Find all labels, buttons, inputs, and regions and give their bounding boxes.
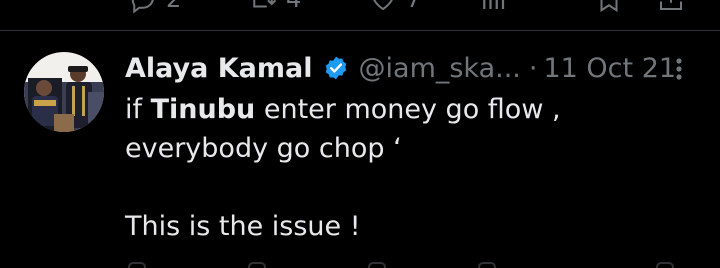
- tweet-divider: [0, 30, 720, 31]
- like-action[interactable]: 7: [368, 0, 421, 14]
- views-action[interactable]: [478, 0, 508, 14]
- tweet-header: Alaya Kamal @iam_ska... · 11 Oct 21: [125, 50, 676, 86]
- retweet-count: 4: [286, 0, 301, 13]
- next-share-icon: [656, 262, 674, 268]
- retweet-icon: [253, 0, 277, 8]
- next-reply-icon: [128, 262, 146, 268]
- avatar-image: [24, 52, 104, 132]
- next-views-icon: [478, 262, 496, 268]
- share-action[interactable]: [656, 0, 686, 14]
- previous-tweet-action-bar: 2 4 7: [0, 0, 720, 30]
- like-icon: [373, 0, 393, 11]
- tweet-line-4: This is the issue !: [125, 211, 361, 242]
- tweet-line-2: everybody go chop ‘: [125, 133, 402, 164]
- like-count: 7: [406, 0, 421, 13]
- next-like-icon: [368, 262, 386, 268]
- tweet-line-1-bold: Tinubu: [150, 94, 256, 125]
- header-separator: ·: [528, 52, 538, 84]
- reply-icon: [131, 0, 154, 14]
- tweet-timestamp[interactable]: 11 Oct 21: [543, 53, 676, 84]
- verified-badge-icon: [325, 56, 346, 80]
- views-icon: [483, 0, 505, 9]
- avatar[interactable]: [24, 52, 104, 132]
- tweet-line-1: if Tinubu enter money go flow ,: [125, 90, 665, 129]
- tweet-line-1-post: enter money go flow ,: [255, 94, 561, 125]
- next-retweet-icon: [248, 262, 266, 268]
- author-handle[interactable]: @iam_ska...: [359, 53, 521, 84]
- next-action-bar-peek: [0, 262, 720, 268]
- bookmark-action[interactable]: [594, 0, 624, 14]
- more-icon[interactable]: [665, 54, 693, 84]
- reply-count: 2: [166, 0, 181, 13]
- retweet-action[interactable]: 4: [248, 0, 301, 14]
- share-icon: [660, 0, 682, 10]
- author-name[interactable]: Alaya Kamal: [125, 53, 313, 84]
- tweet-line-1-pre: if: [125, 94, 151, 125]
- bookmark-icon: [600, 0, 618, 13]
- reply-action[interactable]: 2: [128, 0, 181, 14]
- tweet-text: if Tinubu enter money go flow , everybod…: [125, 90, 665, 246]
